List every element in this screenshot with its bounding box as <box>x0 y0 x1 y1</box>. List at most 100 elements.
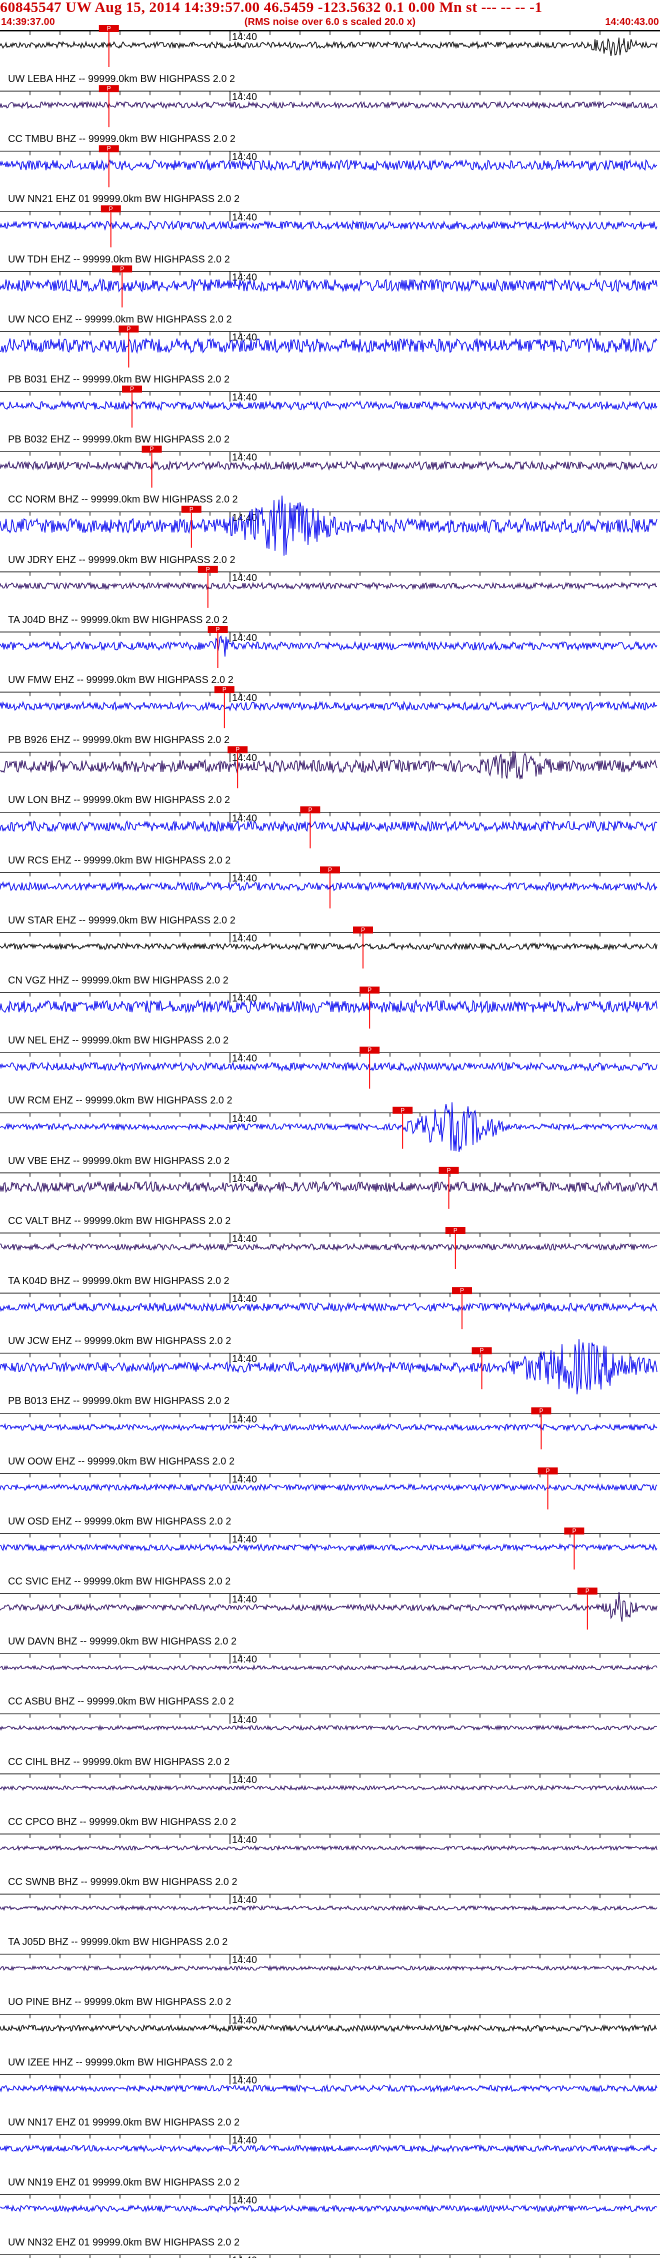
time-mark-label: 14:40 <box>232 1895 257 1906</box>
waveform <box>0 1904 658 1912</box>
waveform <box>0 1664 658 1672</box>
channel-label: UW NN19 EHZ 01 99999.0km BW HIGHPASS 2.0… <box>8 2178 240 2189</box>
channel-label: CC TMBU BHZ -- 99999.0km BW HIGHPASS 2.0… <box>8 134 236 145</box>
time-mark-label: 14:40 <box>232 1054 257 1065</box>
waveform <box>0 1422 658 1432</box>
pick-label: P <box>189 507 193 513</box>
time-mark-label: 14:40 <box>232 1414 257 1425</box>
pick-label: P <box>539 1409 543 1415</box>
waveform <box>0 277 658 293</box>
waveform <box>0 1339 658 1395</box>
channel-label: UW STAR EHZ -- 99999.0km BW HIGHPASS 2.0… <box>8 915 236 926</box>
channel-label: PB B013 EHZ -- 99999.0km BW HIGHPASS 2.0… <box>8 1396 230 1407</box>
waveform <box>0 819 658 833</box>
pick-label: P <box>130 387 134 393</box>
time-mark-label: 14:40 <box>232 1294 257 1305</box>
time-mark-label: 14:40 <box>232 32 257 43</box>
channel-label: UW OOW EHZ -- 99999.0km BW HIGHPASS 2.0 … <box>8 1456 235 1467</box>
waveform <box>0 1180 658 1194</box>
waveform <box>0 1542 658 1552</box>
channel-label: CN VGZ HHZ -- 99999.0km BW HIGHPASS 2.0 … <box>8 976 229 987</box>
channel-label: UW LEBA HHZ -- 99999.0km BW HIGHPASS 2.0… <box>8 74 236 85</box>
waveform <box>0 1784 658 1792</box>
waveform <box>0 100 658 110</box>
time-mark-label: 14:40 <box>232 934 257 945</box>
time-mark-label: 14:40 <box>232 2015 257 2026</box>
time-mark-label: 14:40 <box>232 1174 257 1185</box>
pick-label: P <box>361 928 365 934</box>
pick-label: P <box>236 748 240 754</box>
pick-label: P <box>572 1529 576 1535</box>
waveform <box>0 941 658 951</box>
time-mark-label: 14:40 <box>232 2075 257 2086</box>
time-mark-label: 14:40 <box>232 1835 257 1846</box>
waveform <box>0 1061 658 1072</box>
channel-label: TA J04D BHZ -- 99999.0km BW HIGHPASS 2.0… <box>8 615 228 626</box>
channel-label: UW LON BHZ -- 99999.0km BW HIGHPASS 2.0 … <box>8 795 231 806</box>
time-mark-label: 14:40 <box>232 152 257 163</box>
time-mark-label: 14:40 <box>232 92 257 103</box>
pick-label: P <box>368 988 372 994</box>
pick-label: P <box>453 1229 457 1235</box>
channel-label: UW VBE EHZ -- 99999.0km BW HIGHPASS 2.0 … <box>8 1156 230 1167</box>
waveform <box>0 1242 658 1252</box>
pick-label: P <box>206 567 210 573</box>
channel-label: CC SWNB BHZ -- 99999.0km BW HIGHPASS 2.0… <box>8 1877 238 1888</box>
pick-label: P <box>308 808 312 814</box>
pick-label: P <box>107 27 111 33</box>
time-mark-label: 14:40 <box>232 1775 257 1786</box>
waveform <box>0 880 658 892</box>
time-mark-label: 14:40 <box>232 1354 257 1365</box>
pick-label: P <box>447 1168 451 1174</box>
channel-label: CC SVIC EHZ -- 99999.0km BW HIGHPASS 2.0… <box>8 1577 231 1588</box>
channel-label: UW NN17 EHZ 01 99999.0km BW HIGHPASS 2.0… <box>8 2117 240 2128</box>
pick-label: P <box>127 327 131 333</box>
waveform <box>0 159 658 172</box>
pick-label: P <box>401 1108 405 1114</box>
channel-label: UO PINE BHZ -- 99999.0km BW HIGHPASS 2.0… <box>8 1997 232 2008</box>
waveform <box>0 219 658 231</box>
time-mark-label: 14:40 <box>232 1715 257 1726</box>
waveform <box>0 2024 657 2033</box>
pick-label: P <box>109 207 113 213</box>
waveform <box>0 400 658 411</box>
waveform <box>0 1591 658 1622</box>
time-mark-label: 14:40 <box>232 1114 257 1125</box>
pick-label: P <box>216 628 220 634</box>
channel-label: UW NN21 EHZ 01 99999.0km BW HIGHPASS 2.0… <box>8 194 240 205</box>
channel-label: TA J05D BHZ -- 99999.0km BW HIGHPASS 2.0… <box>8 1937 228 1948</box>
time-mark-label: 14:40 <box>232 633 257 644</box>
pick-label: P <box>107 87 111 93</box>
pick-label: P <box>222 688 226 694</box>
time-mark-label: 14:40 <box>232 393 257 404</box>
pick-label: P <box>460 1289 464 1295</box>
channel-label: UW RCS EHZ -- 99999.0km BW HIGHPASS 2.0 … <box>8 855 231 866</box>
waveform <box>0 1482 658 1492</box>
channel-label: PB B031 EHZ -- 99999.0km BW HIGHPASS 2.0… <box>8 375 230 386</box>
channel-label: UW OSD EHZ -- 99999.0km BW HIGHPASS 2.0 … <box>8 1516 232 1527</box>
time-mark-label: 14:40 <box>232 453 257 464</box>
channel-label: PB B032 EHZ -- 99999.0km BW HIGHPASS 2.0… <box>8 435 230 446</box>
pick-label: P <box>546 1469 550 1475</box>
waveform <box>0 1102 658 1152</box>
channel-label: TA K04D BHZ -- 99999.0km BW HIGHPASS 2.0… <box>8 1276 230 1287</box>
channel-label: UW IZEE HHZ -- 99999.0km BW HIGHPASS 2.0… <box>8 2057 233 2068</box>
waveform <box>0 1844 658 1852</box>
waveform <box>0 635 658 657</box>
channel-label: UW JCW EHZ -- 99999.0km BW HIGHPASS 2.0 … <box>8 1336 232 1347</box>
waveform <box>0 700 658 712</box>
time-mark-label: 14:40 <box>232 994 257 1005</box>
time-mark-label: 14:40 <box>232 333 257 344</box>
pick-label: P <box>585 1589 589 1595</box>
channel-label: CC NORM BHZ -- 99999.0km BW HIGHPASS 2.0… <box>8 495 238 506</box>
waveform <box>0 751 658 780</box>
time-mark-label: 14:40 <box>232 2136 257 2147</box>
waveform <box>0 460 658 472</box>
time-mark-label: 14:40 <box>232 1955 257 1966</box>
pick-label: P <box>328 868 332 874</box>
waveform <box>0 2204 658 2214</box>
waveform <box>0 1964 658 1972</box>
waveform <box>0 2144 658 2153</box>
channel-label: UW DAVN BHZ -- 99999.0km BW HIGHPASS 2.0… <box>8 1637 237 1648</box>
waveform <box>0 581 658 591</box>
